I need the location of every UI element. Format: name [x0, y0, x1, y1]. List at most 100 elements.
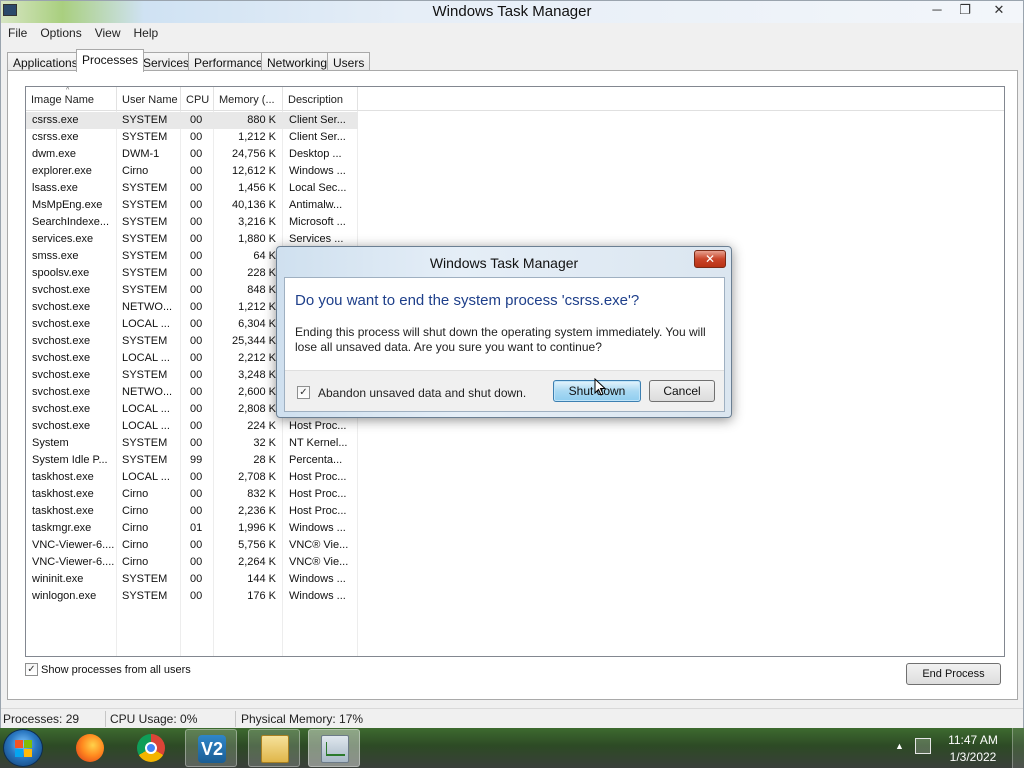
process-cpu: 00: [190, 233, 203, 245]
process-description: Desktop ...: [289, 148, 342, 160]
maximize-button[interactable]: ❐: [950, 1, 980, 21]
chrome-icon: [137, 734, 165, 762]
process-user-name: SYSTEM: [122, 454, 168, 466]
process-user-name: LOCAL ...: [122, 352, 170, 364]
tab-networking[interactable]: Networking: [261, 52, 334, 71]
column-memory[interactable]: Memory (...: [214, 87, 283, 111]
process-description: Host Proc...: [289, 471, 347, 483]
process-row[interactable]: wininit.exe SYSTEM 00 144 K Windows ...: [26, 571, 1004, 588]
clock-date[interactable]: 1/3/2022: [946, 750, 1000, 764]
process-image-name: winlogon.exe: [32, 590, 97, 602]
process-user-name: SYSTEM: [122, 284, 168, 296]
minimize-button[interactable]: ─: [922, 1, 952, 21]
process-memory: 40,136 K: [231, 199, 276, 211]
dialog-content: Do you want to end the system process 'c…: [284, 277, 725, 412]
menu-help[interactable]: Help: [127, 23, 165, 40]
column-description[interactable]: Description: [283, 87, 358, 111]
process-row[interactable]: VNC-Viewer-6.... Cirno 00 5,756 K VNC® Vie..…: [26, 537, 1004, 554]
abandon-unsaved-data-checkbox[interactable]: ✓ Abandon unsaved data and shut down.: [297, 385, 526, 400]
process-row[interactable]: taskhost.exe Cirno 00 2,236 K Host Proc...: [26, 503, 1004, 520]
taskbar-chrome[interactable]: [125, 729, 177, 767]
process-row[interactable]: SearchIndexe... SYSTEM 00 3,216 K Microsoft …: [26, 214, 1004, 231]
menu-options[interactable]: Options: [33, 23, 87, 40]
process-cpu: 00: [190, 112, 214, 129]
process-row[interactable]: taskmgr.exe Cirno 01 1,996 K Windows ...: [26, 520, 1004, 537]
process-image-name: MsMpEng.exe: [32, 199, 103, 211]
abandon-label: Abandon unsaved data and shut down.: [318, 385, 527, 400]
menu-view[interactable]: View: [88, 23, 127, 40]
process-user-name: LOCAL ...: [122, 318, 170, 330]
process-row[interactable]: System SYSTEM 00 32 K NT Kernel...: [26, 435, 1004, 452]
status-processes: Processes: 29: [3, 712, 80, 726]
process-cpu: 00: [190, 199, 203, 211]
process-row[interactable]: csrss.exe SYSTEM 00 1,212 K Client Ser...: [26, 129, 1004, 146]
show-hidden-icons-arrow-icon[interactable]: ▲: [895, 741, 904, 751]
process-row[interactable]: taskhost.exe Cirno 00 832 K Host Proc...: [26, 486, 1004, 503]
tab-performance[interactable]: Performance: [188, 52, 269, 71]
process-memory: 228 K: [247, 267, 276, 279]
cancel-button[interactable]: Cancel: [649, 380, 715, 402]
start-button[interactable]: [3, 729, 43, 767]
tab-applications[interactable]: Applications: [7, 52, 84, 71]
column-cpu[interactable]: CPU: [181, 87, 214, 111]
process-image-name: svchost.exe: [32, 403, 91, 415]
tab-users[interactable]: Users: [327, 52, 371, 71]
checkbox-box[interactable]: ✓: [297, 386, 310, 400]
vnc-viewer-icon: V2: [198, 735, 226, 763]
process-row[interactable]: lsass.exe SYSTEM 00 1,456 K Local Sec...: [26, 180, 1004, 197]
process-row[interactable]: MsMpEng.exe SYSTEM 00 40,136 K Antimalw...: [26, 197, 1004, 214]
show-desktop-button[interactable]: [1012, 728, 1024, 768]
process-memory: 2,212 K: [238, 352, 276, 364]
process-memory: 1,996 K: [238, 522, 276, 534]
process-image-name: SearchIndexe...: [32, 216, 110, 228]
status-separator: [235, 711, 236, 727]
taskbar-task-manager[interactable]: [308, 729, 360, 767]
process-memory: 1,456 K: [238, 182, 276, 194]
process-user-name: SYSTEM: [122, 182, 168, 194]
process-row[interactable]: dwm.exe DWM-1 00 24,756 K Desktop ...: [26, 146, 1004, 163]
process-image-name: svchost.exe: [32, 352, 91, 364]
process-row[interactable]: System Idle P... SYSTEM 99 28 K Percenta...: [26, 452, 1004, 469]
process-memory: 28 K: [253, 454, 276, 466]
taskbar-vnc-viewer[interactable]: V2: [185, 729, 237, 767]
close-button[interactable]: ✕: [978, 1, 1020, 21]
process-row[interactable]: taskhost.exe LOCAL ... 00 2,708 K Host Proc.…: [26, 469, 1004, 486]
process-image-name: explorer.exe: [32, 165, 92, 177]
process-memory: 2,708 K: [238, 471, 276, 483]
process-cpu: 00: [190, 165, 203, 177]
process-description: Windows ...: [289, 522, 346, 534]
show-all-users-checkbox[interactable]: ✓ Show processes from all users: [25, 663, 191, 679]
process-row[interactable]: VNC-Viewer-6.... Cirno 00 2,264 K VNC® Vie..…: [26, 554, 1004, 571]
process-user-name: SYSTEM: [122, 250, 168, 262]
title-bar[interactable]: Windows Task Manager ─ ❐ ✕: [1, 1, 1023, 23]
process-user-name: SYSTEM: [122, 131, 168, 143]
process-image-name: taskhost.exe: [32, 471, 94, 483]
column-user-name[interactable]: User Name: [117, 87, 181, 111]
tab-services[interactable]: Services: [137, 52, 196, 71]
process-image-name: smss.exe: [32, 250, 79, 262]
checkbox-box[interactable]: ✓: [25, 663, 38, 676]
process-row[interactable]: explorer.exe Cirno 00 12,612 K Windows ...: [26, 163, 1004, 180]
process-description: NT Kernel...: [289, 437, 348, 449]
end-process-button[interactable]: End Process: [906, 663, 1001, 685]
process-list-header: Image Name ^ User Name CPU Memory (... D…: [26, 87, 1004, 111]
process-image-name: taskhost.exe: [32, 488, 94, 500]
process-row[interactable]: csrss.exe SYSTEM 00 880 K Client Ser...: [26, 112, 1004, 129]
process-cpu: 00: [190, 369, 203, 381]
process-row[interactable]: winlogon.exe SYSTEM 00 176 K Windows ...: [26, 588, 1004, 605]
process-memory: 24,756 K: [231, 148, 276, 160]
process-description: Microsoft ...: [289, 216, 346, 228]
column-image-name[interactable]: Image Name ^: [26, 87, 117, 111]
clock-time[interactable]: 11:47 AM: [946, 733, 1000, 747]
task-manager-icon: [321, 735, 349, 763]
dialog-close-button[interactable]: ✕: [694, 250, 726, 268]
taskbar-firefox[interactable]: [64, 729, 116, 767]
menu-file[interactable]: File: [1, 23, 33, 40]
taskbar-explorer[interactable]: [248, 729, 300, 767]
process-row[interactable]: svchost.exe LOCAL ... 00 224 K Host Proc...: [26, 418, 1004, 435]
process-cpu: 00: [190, 386, 203, 398]
window-title: Windows Task Manager: [432, 3, 592, 20]
process-memory: 2,236 K: [238, 505, 276, 517]
tab-processes[interactable]: Processes: [76, 49, 145, 72]
network-icon[interactable]: [915, 738, 931, 754]
